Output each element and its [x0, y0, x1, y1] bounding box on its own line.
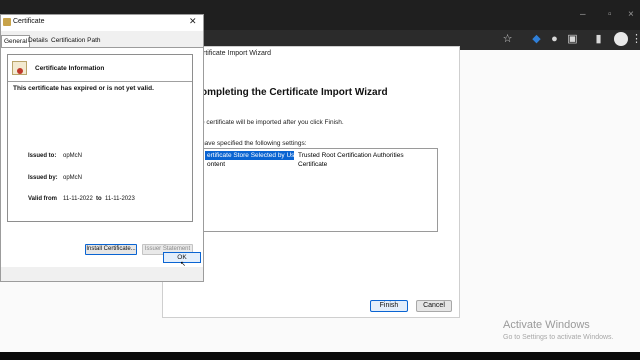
settings-value: Certificate — [298, 161, 328, 168]
issued-to-label: Issued to: — [28, 153, 57, 159]
extension-icon[interactable]: ● — [548, 33, 561, 46]
close-icon[interactable]: ✕ — [189, 16, 197, 27]
install-certificate-button[interactable]: Install Certificate... — [85, 244, 137, 255]
mouse-cursor-icon: ↖ — [180, 261, 186, 268]
status-text: This certificate has expired or is not y… — [13, 85, 154, 92]
star-icon[interactable]: ☆ — [501, 33, 514, 46]
settings-row[interactable]: ontent Certificate — [202, 160, 437, 169]
cancel-button[interactable]: Cancel — [416, 300, 452, 312]
issued-to-value: opMcN — [63, 153, 83, 159]
sidebar-icon[interactable]: ▮ — [592, 33, 605, 46]
profile-icon[interactable] — [614, 32, 628, 46]
settings-list[interactable]: ertificate Store Selected by User Truste… — [201, 148, 438, 232]
activate-windows-watermark: Activate Windows — [503, 319, 590, 331]
general-tab-panel: Certificate Information This certificate… — [1, 47, 203, 267]
close-icon[interactable]: × — [628, 9, 634, 20]
info-heading: Certificate Information — [35, 65, 105, 72]
wizard-description: e certificate will be imported after you… — [201, 119, 344, 126]
settings-value: Trusted Root Certification Authorities — [298, 152, 404, 159]
wizard-breadcrumb: rtificate Import Wizard — [203, 50, 272, 57]
certificate-app-icon — [3, 18, 11, 26]
dialog-titlebar: Certificate ✕ — [1, 15, 203, 31]
wizard-title: ompleting the Certificate Import Wizard — [201, 87, 388, 98]
tab-certification-path[interactable]: Certification Path — [49, 35, 103, 47]
bottom-strip — [0, 352, 640, 360]
certificate-import-wizard: rtificate Import Wizard ompleting the Ce… — [162, 46, 460, 318]
shield-icon[interactable]: ◆ — [530, 33, 543, 46]
tab-details[interactable]: Details — [26, 35, 50, 47]
wizard-specified-text: have specified the following settings: — [201, 140, 307, 147]
valid-to-value: 11-11-2023 — [105, 196, 135, 202]
settings-row[interactable]: ertificate Store Selected by User Truste… — [202, 151, 437, 160]
finish-button[interactable]: Finish — [370, 300, 408, 312]
menu-icon[interactable]: ⋮ — [630, 33, 640, 46]
maximize-icon[interactable]: ▫ — [608, 9, 612, 20]
valid-to-label: to — [96, 196, 102, 202]
settings-key: ertificate Store Selected by User — [205, 151, 294, 160]
valid-from-value: 11-11-2022 — [63, 196, 93, 202]
certificate-dialog: Certificate ✕ General Details Certificat… — [0, 14, 204, 282]
extensions-icon[interactable]: ▣ — [566, 33, 579, 46]
dialog-title: Certificate — [13, 18, 45, 25]
issued-by-value: opMcN — [63, 175, 83, 181]
certificate-warning-icon — [12, 61, 27, 75]
issued-by-label: Issued by: — [28, 175, 58, 181]
activate-windows-subtext: Go to Settings to activate Windows. — [503, 334, 614, 341]
valid-from-label: Valid from — [28, 196, 58, 202]
minimize-icon[interactable]: – — [580, 9, 586, 20]
settings-key: ontent — [207, 161, 226, 168]
divider — [8, 81, 192, 82]
certificate-info-box: Certificate Information This certificate… — [7, 54, 193, 222]
